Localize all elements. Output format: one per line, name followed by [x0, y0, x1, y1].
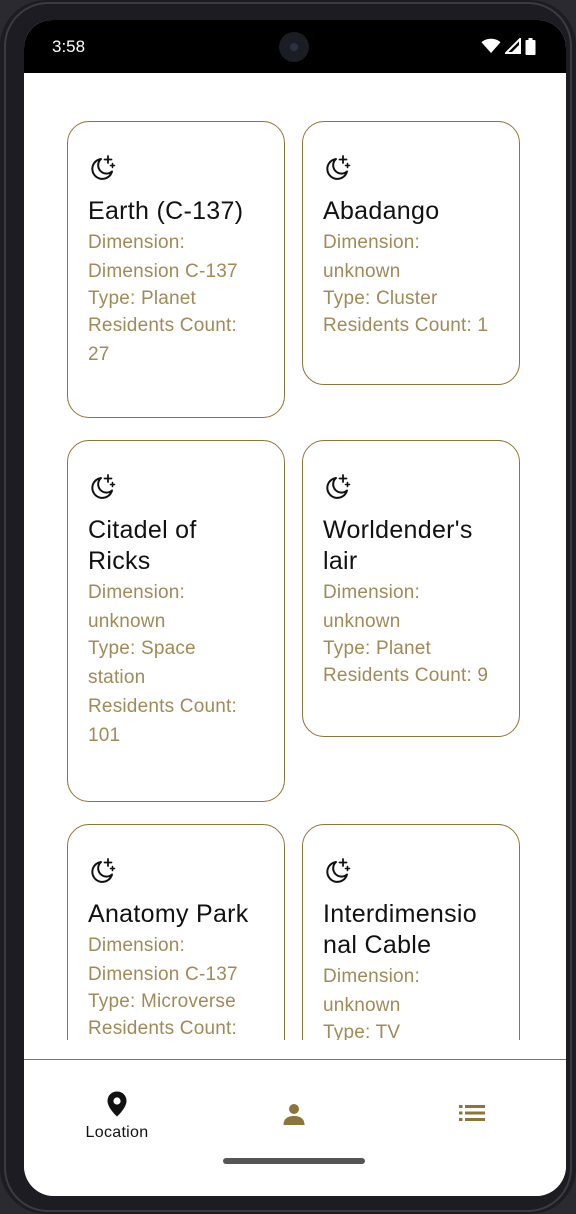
signal-icon	[505, 38, 521, 54]
location-dimension-label: Dimension:	[88, 935, 186, 956]
nav-item-episodes[interactable]	[412, 1104, 532, 1122]
status-time: 3:58	[52, 37, 86, 56]
moon-stars-icon	[326, 474, 351, 499]
moon-stars-icon	[326, 155, 351, 180]
location-type: Type: Planet	[323, 638, 432, 659]
location-list[interactable]: Earth (C-137) Dimension: Dimension C-137…	[24, 73, 566, 1040]
location-dimension-value: Dimension C-137	[88, 964, 238, 985]
location-dimension-label: Dimension:	[323, 582, 421, 603]
location-card[interactable]: Citadel of Ricks Dimension: unknown Type…	[67, 440, 285, 802]
location-card[interactable]: Earth (C-137) Dimension: Dimension C-137…	[67, 121, 285, 418]
location-residents-value: 101	[88, 725, 121, 746]
location-pin-icon	[107, 1091, 127, 1117]
location-name-line-2: nal Cable	[323, 931, 432, 959]
location-residents: Residents Count: 1	[323, 315, 489, 336]
location-dimension-value: unknown	[323, 611, 401, 632]
location-name-line-2: Ricks	[88, 547, 151, 575]
status-icons	[481, 37, 536, 55]
phone-frame: 3:58 Earth (C-137) Dimension: Dimension …	[0, 0, 576, 1214]
location-dimension-label: Dimension:	[323, 232, 421, 253]
location-card[interactable]: Worldender's lair Dimension: unknown Typ…	[302, 440, 520, 737]
location-name-line-1: Worldender's	[323, 516, 473, 544]
wifi-icon	[481, 38, 501, 53]
location-type: Type: Microverse	[88, 991, 236, 1012]
moon-stars-icon	[91, 474, 116, 499]
home-indicator[interactable]	[223, 1158, 365, 1164]
location-residents: Residents Count: 9	[323, 665, 489, 686]
app-screen: 3:58 Earth (C-137) Dimension: Dimension …	[24, 20, 566, 1196]
location-dimension-value: Dimension C-137	[88, 261, 238, 282]
location-name: Anatomy Park	[88, 900, 249, 928]
location-dimension-label: Dimension:	[323, 966, 421, 987]
location-name-line-1: Citadel of	[88, 516, 197, 544]
location-type: Type: Cluster	[323, 288, 438, 309]
location-type-line-2: station	[88, 667, 146, 688]
battery-icon	[525, 37, 536, 55]
moon-stars-icon	[91, 858, 116, 883]
location-dimension-value: unknown	[88, 611, 166, 632]
location-name: Earth (C-137)	[88, 197, 244, 225]
location-dimension-value: unknown	[323, 995, 401, 1016]
status-bar: 3:58	[24, 20, 566, 73]
location-name: Abadango	[323, 197, 440, 225]
list-icon	[459, 1105, 485, 1121]
nav-label-location: Location	[85, 1124, 149, 1141]
location-residents-label: Residents Count:	[88, 315, 237, 336]
front-camera	[279, 32, 309, 62]
moon-stars-icon	[326, 858, 351, 883]
nav-item-location[interactable]: Location	[57, 1090, 177, 1142]
location-residents-value: 27	[88, 344, 110, 365]
location-name-line-2: lair	[323, 547, 358, 575]
location-type: Type: Planet	[88, 288, 197, 309]
location-type-line-1: Type: Space	[88, 638, 196, 659]
location-dimension-value: unknown	[323, 261, 401, 282]
location-dimension-label: Dimension:	[88, 582, 186, 603]
person-icon	[283, 1104, 305, 1125]
location-type: Type: TV	[323, 1022, 401, 1040]
location-name-line-1: Interdimensio	[323, 900, 477, 928]
location-card[interactable]: Anatomy Park Dimension: Dimension C-137 …	[67, 824, 285, 1040]
location-card[interactable]: Interdimensio nal Cable Dimension: unkno…	[302, 824, 520, 1040]
location-residents-label: Residents Count:	[88, 696, 237, 717]
moon-stars-icon	[91, 155, 116, 180]
location-residents-label: Residents Count:	[88, 1018, 237, 1039]
nav-item-characters[interactable]	[234, 1102, 354, 1126]
location-card[interactable]: Abadango Dimension: unknown Type: Cluste…	[302, 121, 520, 385]
location-dimension-label: Dimension:	[88, 232, 186, 253]
bottom-navigation: Location	[24, 1059, 566, 1196]
